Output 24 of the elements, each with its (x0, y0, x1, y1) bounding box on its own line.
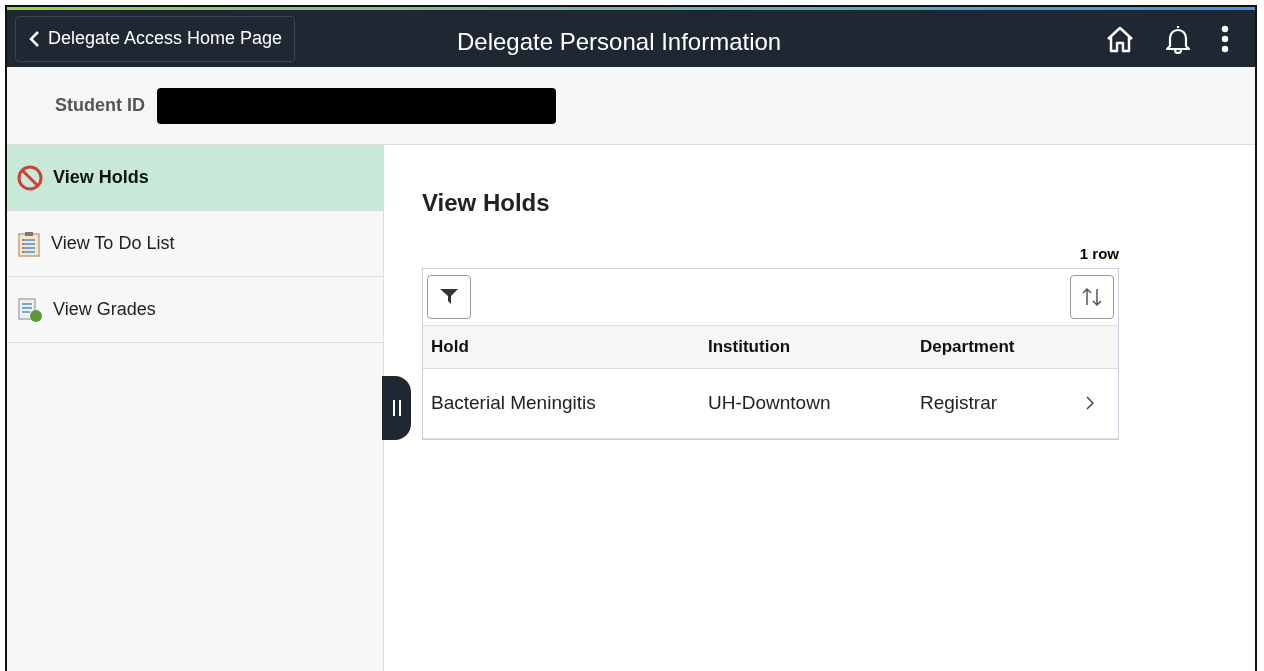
prohibited-icon (17, 164, 43, 191)
pause-icon (392, 400, 401, 416)
chevron-right-icon (1086, 396, 1094, 410)
filter-button[interactable] (427, 274, 471, 319)
sidebar-item[interactable]: View Holds (7, 145, 383, 211)
chevron-left-icon (28, 29, 40, 48)
back-button[interactable]: Delegate Access Home Page (15, 15, 296, 62)
clipboard-icon (17, 230, 41, 257)
row-count: 1 row (1079, 244, 1119, 264)
column-header: Department (920, 335, 1016, 358)
page-title: Delegate Personal Information (457, 27, 782, 57)
sort-icon (1081, 286, 1103, 307)
table-cell-text: Bacterial Meningitis (431, 390, 597, 415)
more-options-icon[interactable] (1221, 24, 1229, 53)
bell-icon[interactable] (1165, 23, 1191, 54)
table-cell-text: UH-Downtown (708, 390, 832, 415)
grade-report-icon (17, 296, 43, 323)
table-cell-text: Registrar (920, 390, 999, 415)
student-id-label: Student ID (55, 94, 145, 117)
section-title: View Holds (422, 188, 551, 218)
column-header: Hold (431, 335, 470, 358)
column-header: Institution (708, 335, 792, 358)
collapse-handle[interactable] (382, 376, 411, 440)
sort-button[interactable] (1070, 274, 1114, 319)
